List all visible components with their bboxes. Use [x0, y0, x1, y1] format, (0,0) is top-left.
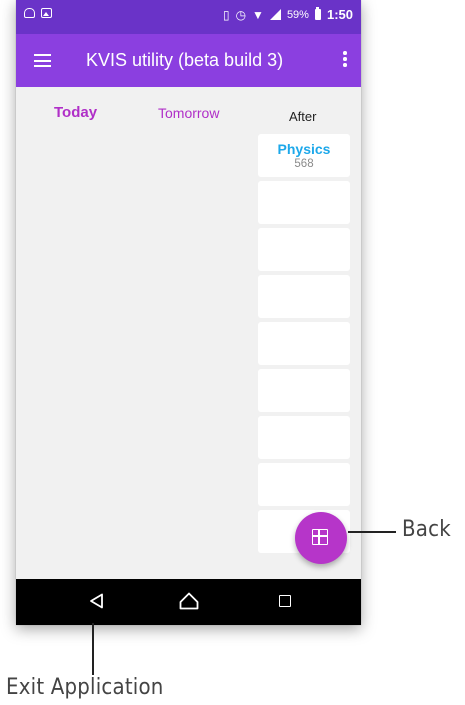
- schedule-slot[interactable]: [258, 275, 350, 318]
- schedule-slot[interactable]: Physics 568: [258, 134, 350, 177]
- grid-icon: [312, 529, 328, 545]
- clock: 1:50: [326, 7, 353, 22]
- room-number: 568: [294, 158, 314, 170]
- tab-today[interactable]: Today: [54, 104, 97, 121]
- back-callout-line: [348, 531, 396, 533]
- navigation-bar: [16, 579, 361, 625]
- schedule-slot[interactable]: [258, 228, 350, 271]
- schedule-content: Today Tomorrow After Physics 568: [16, 87, 361, 579]
- after-column: Physics 568: [258, 134, 350, 557]
- schedule-slot[interactable]: [258, 416, 350, 459]
- photo-notification-icon: [24, 8, 35, 18]
- hamburger-menu-icon[interactable]: [34, 54, 51, 67]
- tab-after[interactable]: After: [289, 109, 316, 124]
- system-icons: ▯ ◷ ▼ 59% 1:50: [223, 7, 353, 22]
- exit-callout-line: [92, 623, 94, 675]
- back-icon[interactable]: [89, 593, 105, 609]
- app-bar: KVIS utility (beta build 3): [16, 34, 361, 87]
- signal-icon: [269, 9, 281, 20]
- back-callout-label: Back: [402, 517, 451, 542]
- image-notification-icon: [41, 8, 52, 18]
- grid-fab-button[interactable]: [295, 512, 347, 564]
- status-bar: ▯ ◷ ▼ 59% 1:50: [16, 0, 361, 34]
- phone-screen: ▯ ◷ ▼ 59% 1:50 KVIS utility (beta build …: [16, 0, 361, 625]
- home-icon[interactable]: [179, 592, 199, 610]
- schedule-slot[interactable]: [258, 463, 350, 506]
- recent-apps-icon[interactable]: [279, 595, 291, 607]
- vibrate-icon: ▯: [222, 7, 230, 22]
- tab-tomorrow[interactable]: Tomorrow: [158, 105, 219, 121]
- notification-icons: [24, 8, 52, 18]
- overflow-menu-icon[interactable]: [341, 51, 349, 71]
- subject-name: Physics: [277, 141, 331, 157]
- schedule-slot[interactable]: [258, 369, 350, 412]
- wifi-icon: ▼: [252, 7, 264, 22]
- exit-callout-label: Exit Application: [6, 675, 164, 700]
- alarm-icon: ◷: [235, 7, 247, 22]
- schedule-slot[interactable]: [258, 322, 350, 365]
- battery-icon: [314, 7, 321, 20]
- battery-percent: 59%: [286, 8, 309, 21]
- app-title: KVIS utility (beta build 3): [86, 50, 284, 70]
- schedule-slot[interactable]: [258, 181, 350, 224]
